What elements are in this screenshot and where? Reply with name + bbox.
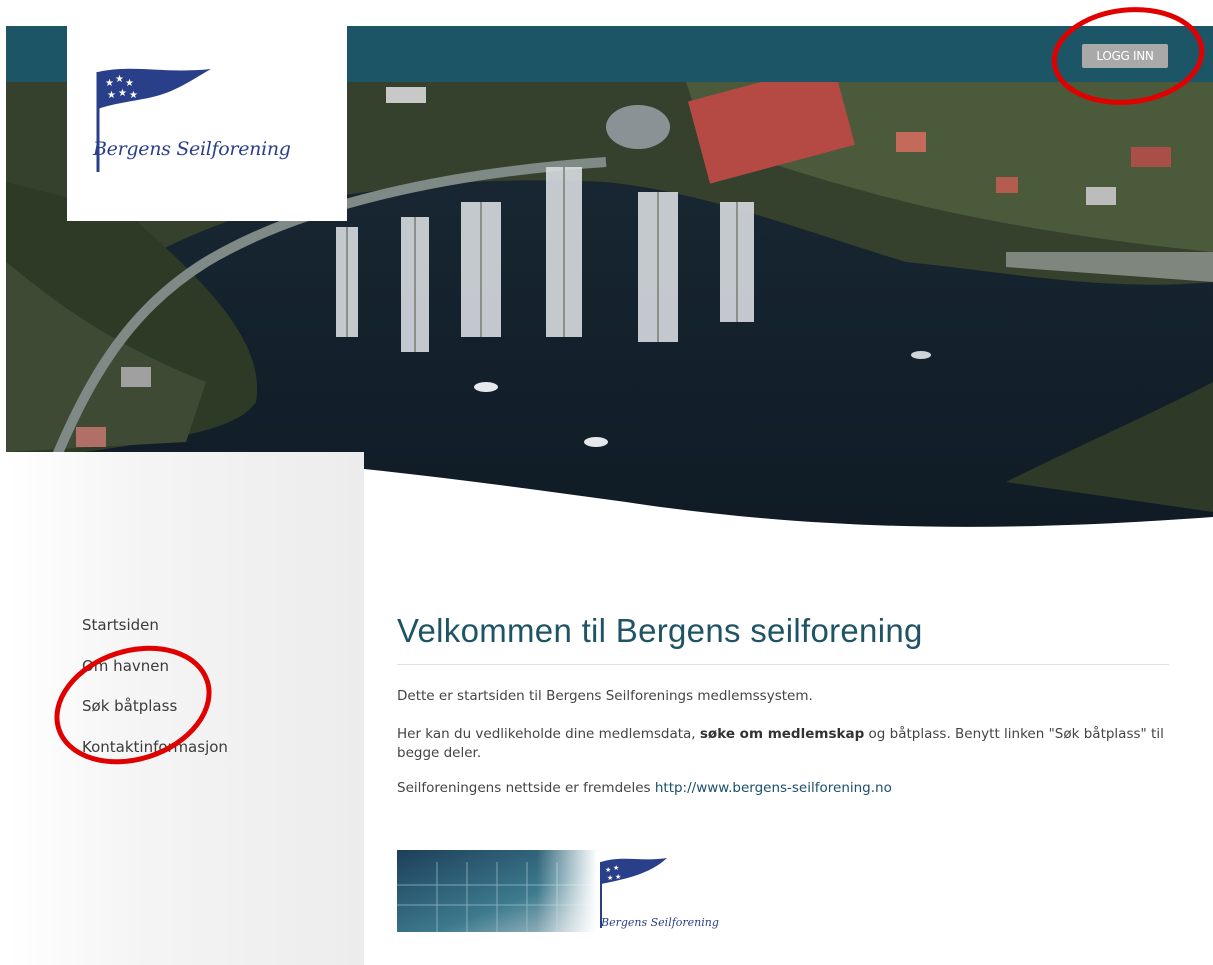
footer-logo-image: ★ ★ ★ ★ Bergens Seilforening: [397, 850, 737, 932]
svg-text:★: ★: [129, 90, 138, 101]
svg-text:★: ★: [105, 78, 114, 89]
nav-item-sok-batplass[interactable]: Søk båtplass: [82, 697, 228, 738]
nav-item-startsiden[interactable]: Startsiden: [82, 616, 228, 657]
logo[interactable]: ★ ★ ★ ★ ★ ★ Bergens Seilforening: [67, 26, 347, 221]
svg-text:★: ★: [107, 90, 116, 101]
website-paragraph: Seilforeningens nettside er fremdeles ht…: [397, 779, 892, 798]
page-title: Velkommen til Bergens seilforening: [397, 612, 923, 649]
footer-logo-text: Bergens Seilforening: [600, 916, 719, 929]
website-link[interactable]: http://www.bergens-seilforening.no: [655, 780, 892, 796]
svg-text:★: ★: [613, 864, 619, 872]
membership-paragraph: Her kan du vedlikeholde dine medlemsdata…: [397, 725, 1177, 763]
nav-item-kontaktinformasjon[interactable]: Kontaktinformasjon: [82, 738, 228, 779]
svg-text:★: ★: [615, 873, 621, 881]
svg-text:★: ★: [115, 74, 124, 85]
svg-text:★: ★: [605, 866, 611, 874]
website-text-prefix: Seilforeningens nettside er fremdeles: [397, 780, 655, 796]
membership-text-prefix: Her kan du vedlikeholde dine medlemsdata…: [397, 726, 700, 742]
svg-text:★: ★: [607, 874, 613, 882]
membership-bold-text: søke om medlemskap: [699, 726, 865, 742]
main-content: Velkommen til Bergens seilforening Dette…: [397, 612, 1169, 796]
nav-item-om-havnen[interactable]: Om havnen: [82, 657, 228, 698]
intro-paragraph: Dette er startsiden til Bergens Seilfore…: [397, 688, 813, 704]
logo-text: Bergens Seilforening: [93, 138, 291, 160]
login-button[interactable]: LOGG INN: [1082, 44, 1168, 68]
sidebar-nav: Startsiden Om havnen Søk båtplass Kontak…: [82, 616, 228, 778]
title-divider: [397, 664, 1169, 665]
svg-text:★: ★: [118, 88, 127, 99]
